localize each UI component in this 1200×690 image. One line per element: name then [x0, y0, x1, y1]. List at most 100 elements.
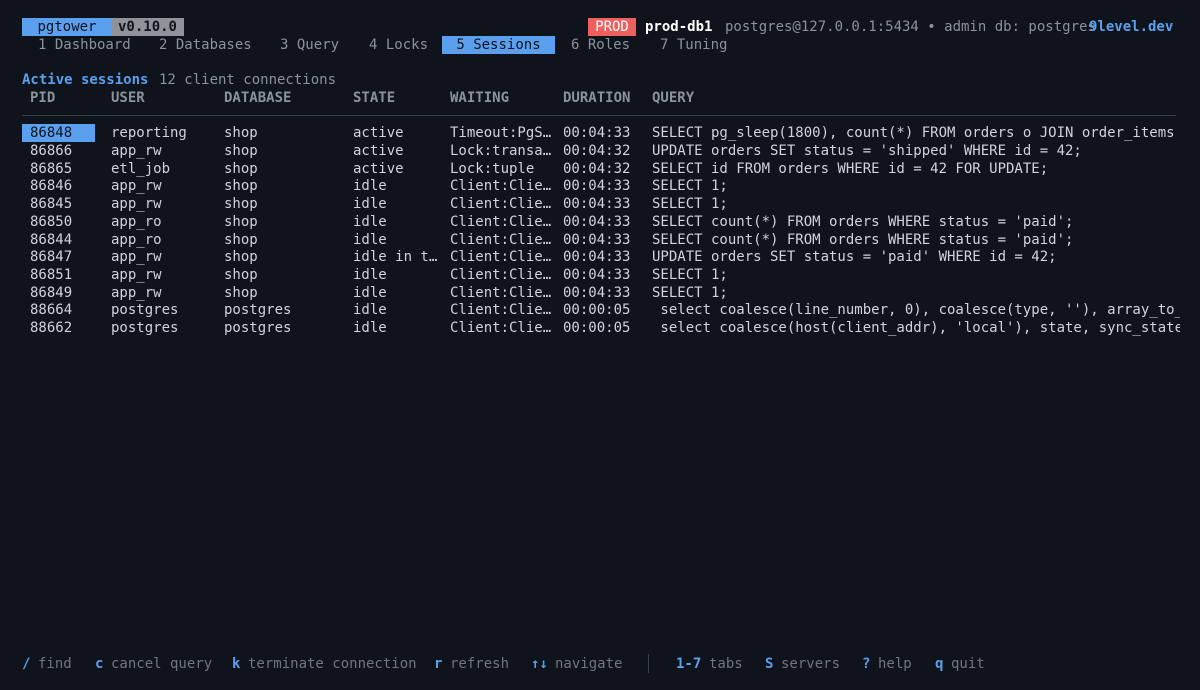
shortcut-label-cancel: cancel query	[111, 656, 213, 672]
cell-database: shop	[224, 232, 258, 248]
cell-duration: 00:04:32	[563, 143, 631, 159]
section-title: Active sessions	[22, 72, 149, 88]
shortcut-label-navigate: navigate	[555, 656, 623, 672]
tab-sessions[interactable]: 5 Sessions	[442, 36, 555, 54]
table-row[interactable]: 86866 app_rw shop active Lock:transa… 00…	[0, 142, 1200, 160]
shortcut-key-find[interactable]: /	[22, 655, 30, 673]
cell-duration: 00:04:33	[563, 178, 631, 194]
cell-query: SELECT 1;	[652, 178, 728, 194]
cell-pid: 88664	[30, 302, 73, 318]
cell-database: postgres	[224, 302, 292, 318]
cell-database: shop	[224, 214, 258, 230]
column-header-duration: DURATION	[563, 90, 631, 106]
cell-user: etl_job	[111, 161, 171, 177]
cell-query: SELECT id FROM orders WHERE id = 42 FOR …	[652, 161, 1049, 177]
cell-database: shop	[224, 161, 258, 177]
cell-database: postgres	[224, 320, 292, 336]
cell-user: postgres	[111, 320, 179, 336]
app-name-badge: pgtower	[22, 18, 112, 36]
section-subtitle: 12 client connections	[159, 72, 337, 88]
tab-locks[interactable]: 4 Locks	[369, 36, 428, 54]
shortcut-label-tabs: tabs	[709, 656, 743, 672]
shortcut-key-quit[interactable]: q	[935, 655, 943, 673]
column-header-query: QUERY	[652, 90, 695, 106]
column-header-state: STATE	[353, 90, 396, 106]
cell-duration: 00:00:05	[563, 320, 631, 336]
tab-databases[interactable]: 2 Databases	[159, 36, 252, 54]
tab-tuning[interactable]: 7 Tuning	[660, 36, 727, 54]
footer-divider	[648, 654, 649, 673]
table-row[interactable]: 86844 app_ro shop idle Client:Clie… 00:0…	[0, 231, 1200, 249]
cell-user: reporting	[111, 125, 187, 141]
cell-pid: 86846	[30, 178, 73, 194]
tab-dashboard[interactable]: 1 Dashboard	[38, 36, 131, 54]
cell-waiting: Client:Clie…	[450, 320, 552, 336]
shortcut-label-terminate: terminate connection	[248, 656, 417, 672]
header-divider	[22, 115, 1176, 116]
tab-query[interactable]: 3 Query	[280, 36, 339, 54]
cell-pid: 86844	[30, 232, 73, 248]
cell-state: idle	[353, 196, 387, 212]
cell-pid: 86851	[30, 267, 73, 283]
table-row[interactable]: 88664 postgres postgres idle Client:Clie…	[0, 301, 1200, 319]
table-row[interactable]: 88662 postgres postgres idle Client:Clie…	[0, 319, 1200, 337]
table-row[interactable]: 86846 app_rw shop idle Client:Clie… 00:0…	[0, 177, 1200, 195]
shortcut-key-help[interactable]: ?	[862, 655, 870, 673]
cell-pid: 86848	[30, 125, 73, 141]
cell-state: idle	[353, 267, 387, 283]
brand-label: 9level.dev	[1089, 19, 1174, 35]
cell-waiting: Lock:tuple	[450, 161, 535, 177]
shortcut-label-help: help	[878, 656, 912, 672]
cell-query: SELECT 1;	[652, 285, 728, 301]
cell-waiting: Client:Clie…	[450, 302, 552, 318]
cell-state: idle	[353, 232, 387, 248]
table-row[interactable]: 86847 app_rw shop idle in t… Client:Clie…	[0, 248, 1200, 266]
cell-state: idle	[353, 214, 387, 230]
cell-database: shop	[224, 249, 258, 265]
cell-user: app_rw	[111, 267, 162, 283]
cell-query: SELECT 1;	[652, 196, 728, 212]
cell-query: SELECT 1;	[652, 267, 728, 283]
cell-query: select coalesce(host(client_addr), 'loca…	[652, 320, 1180, 336]
column-header-waiting: WAITING	[450, 90, 510, 106]
shortcut-key-terminate[interactable]: k	[232, 655, 240, 673]
cell-database: shop	[224, 285, 258, 301]
cell-query: SELECT count(*) FROM orders WHERE status…	[652, 232, 1074, 248]
cell-state: active	[353, 143, 404, 159]
table-row[interactable]: 86850 app_ro shop idle Client:Clie… 00:0…	[0, 213, 1200, 231]
table-row[interactable]: 86849 app_rw shop idle Client:Clie… 00:0…	[0, 284, 1200, 302]
shortcut-key-navigate[interactable]: ↑↓	[531, 655, 548, 673]
environment-badge: PROD	[588, 18, 636, 36]
table-row[interactable]: 86848 reporting shop active Timeout:PgS……	[0, 124, 1200, 142]
cell-duration: 00:04:33	[563, 125, 631, 141]
table-row[interactable]: 86845 app_rw shop idle Client:Clie… 00:0…	[0, 195, 1200, 213]
shortcut-label-find: find	[38, 656, 72, 672]
cell-user: app_ro	[111, 232, 162, 248]
cell-pid: 86865	[30, 161, 73, 177]
cell-state: idle	[353, 285, 387, 301]
shortcut-key-refresh[interactable]: r	[434, 655, 442, 673]
column-header-user: USER	[111, 90, 145, 106]
cell-duration: 00:00:05	[563, 302, 631, 318]
cell-duration: 00:04:33	[563, 249, 631, 265]
cell-duration: 00:04:33	[563, 285, 631, 301]
cell-user: app_rw	[111, 196, 162, 212]
shortcut-key-cancel[interactable]: c	[95, 655, 103, 673]
cell-user: app_rw	[111, 143, 162, 159]
shortcut-label-quit: quit	[951, 656, 985, 672]
shortcut-label-servers: servers	[781, 656, 841, 672]
cell-waiting: Lock:transa…	[450, 143, 552, 159]
cell-state: idle in t…	[353, 249, 438, 265]
shortcut-key-tabs[interactable]: 1-7	[676, 655, 701, 673]
tab-roles[interactable]: 6 Roles	[571, 36, 630, 54]
cell-user: app_rw	[111, 285, 162, 301]
cell-waiting: Client:Clie…	[450, 214, 552, 230]
table-row[interactable]: 86851 app_rw shop idle Client:Clie… 00:0…	[0, 266, 1200, 284]
cell-pid: 86866	[30, 143, 73, 159]
table-row[interactable]: 86865 etl_job shop active Lock:tuple 00:…	[0, 160, 1200, 178]
cell-waiting: Client:Clie…	[450, 285, 552, 301]
cell-database: shop	[224, 143, 258, 159]
shortcut-key-servers[interactable]: S	[765, 655, 773, 673]
server-name: prod-db1	[645, 19, 713, 35]
cell-pid: 88662	[30, 320, 73, 336]
